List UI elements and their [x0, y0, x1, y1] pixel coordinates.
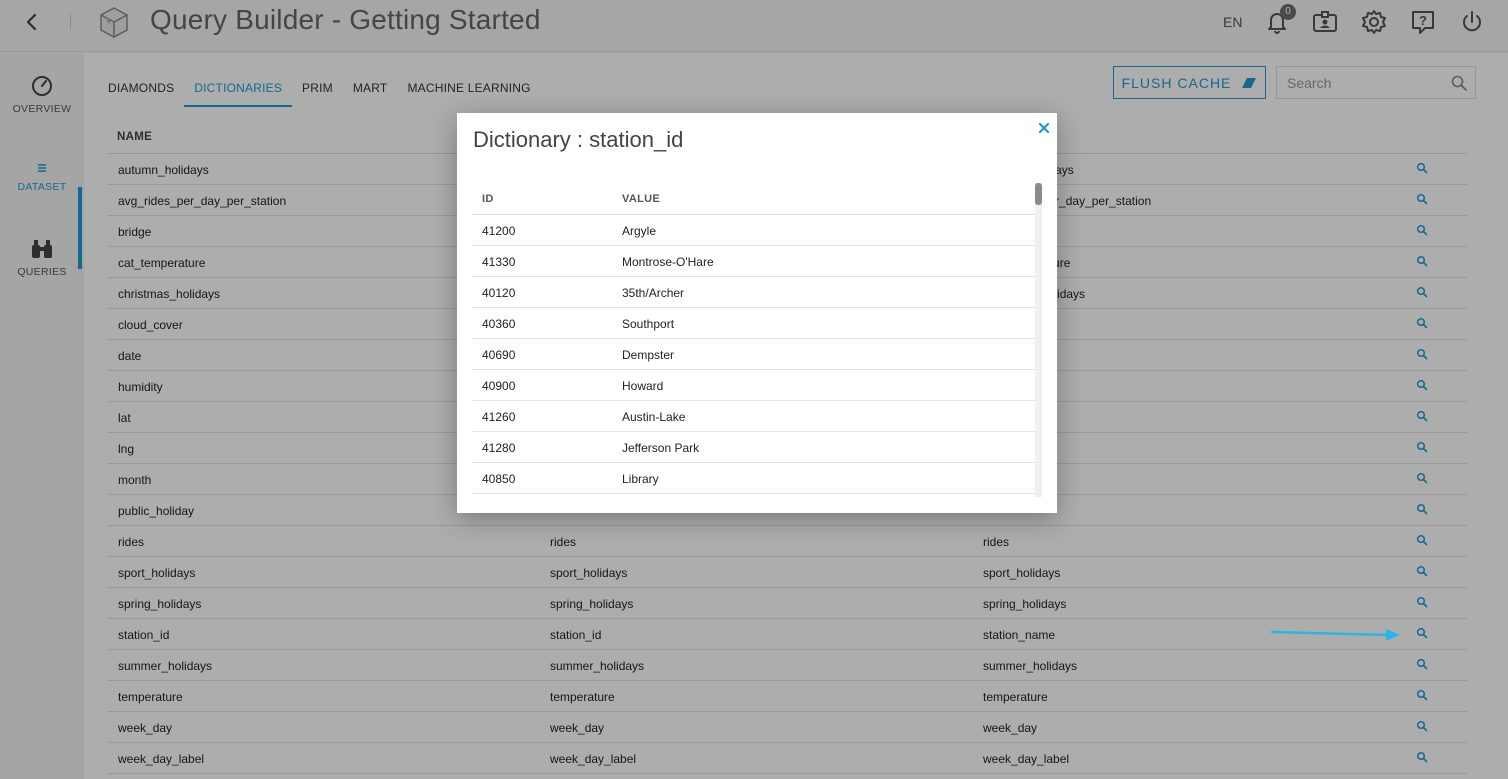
dictionary-id: 41260	[482, 410, 516, 424]
dictionary-row: 40690 Dempster	[472, 339, 1035, 370]
dictionary-value: Argyle	[622, 224, 657, 238]
dictionary-id: 41200	[482, 224, 516, 238]
scrollbar-track[interactable]	[1035, 183, 1042, 497]
dictionary-row: 40850 Library	[472, 463, 1035, 494]
dictionary-table: ID VALUE 41200 Argyle 41330 Montrose-O'Hare…	[472, 183, 1035, 497]
dictionary-value: Dempster	[622, 348, 675, 362]
dictionary-value: Austin-Lake	[622, 410, 686, 424]
dictionary-value: 35th/Archer	[622, 286, 685, 300]
dictionary-row: 40120 35th/Archer	[472, 277, 1035, 308]
dictionary-row: 40360 Southport	[472, 308, 1035, 339]
scrollbar-thumb[interactable]	[1035, 183, 1042, 205]
dictionary-row: 41330 Montrose-O'Hare	[472, 246, 1035, 277]
dictionary-value: Southport	[622, 317, 675, 331]
dictionary-id: 40360	[482, 317, 516, 331]
dictionary-id: 40120	[482, 286, 516, 300]
dictionary-row: 40900 Howard	[472, 370, 1035, 401]
dictionary-value: Library	[622, 472, 659, 486]
dictionary-value: Montrose-O'Hare	[622, 255, 714, 269]
dictionary-value: Howard	[622, 379, 664, 393]
dictionary-row: 41280 Jefferson Park	[472, 432, 1035, 463]
dictionary-table-body: 41200 Argyle 41330 Montrose-O'Hare 40120 35th…	[472, 215, 1035, 494]
dictionary-table-header: ID VALUE	[472, 183, 1035, 215]
dictionary-modal: Dictionary : station_id ID VALUE 41200 Ar…	[457, 113, 1057, 513]
dictionary-row: 41260 Austin-Lake	[472, 401, 1035, 432]
dictionary-id: 40850	[482, 472, 516, 486]
dictionary-value: Jefferson Park	[622, 441, 700, 455]
modal-title: Dictionary : station_id	[473, 127, 684, 152]
close-icon[interactable]	[1037, 121, 1051, 135]
dictionary-id: 40900	[482, 379, 516, 393]
dictionary-id: 41330	[482, 255, 516, 269]
dictionary-id: 41280	[482, 441, 516, 455]
column-header-id: ID	[482, 193, 494, 205]
dictionary-row: 41200 Argyle	[472, 215, 1035, 246]
column-header-value: VALUE	[622, 193, 660, 205]
dictionary-id: 40690	[482, 348, 516, 362]
